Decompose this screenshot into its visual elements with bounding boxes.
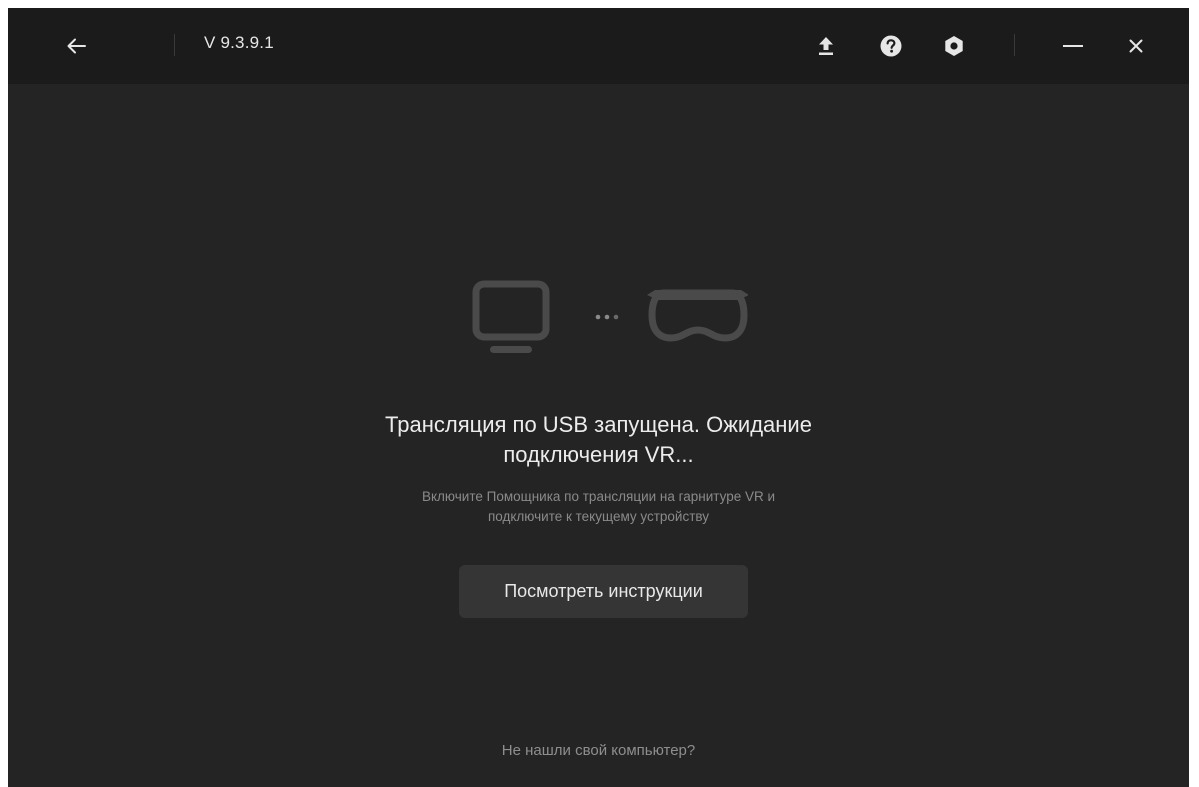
status-title-line: подключения VR...: [503, 442, 694, 467]
status-description-line: Включите Помощника по трансляции на гарн…: [421, 489, 776, 504]
app-window: V 9.3.9.1 Трансляция по USB запущена. Ож…: [8, 8, 1189, 787]
titlebar-divider: [174, 34, 175, 56]
connection-dots-icon: [595, 314, 619, 320]
status-description-line: подключите к текущему устройству: [487, 509, 710, 524]
computer-not-found-link[interactable]: Не нашли свой компьютер?: [398, 742, 799, 759]
version-label: V 9.3.9.1: [204, 33, 274, 52]
view-instructions-button[interactable]: Посмотреть инструкции: [459, 565, 748, 618]
monitor-icon: [472, 280, 550, 353]
settings-button[interactable]: [934, 26, 974, 66]
back-button[interactable]: [56, 26, 96, 66]
minimize-icon: [1063, 45, 1083, 47]
help-button[interactable]: [871, 26, 911, 66]
pc-to-headset-illustration: [472, 280, 748, 353]
status-title: Трансляция по USB запущена. Ожидание под…: [298, 410, 899, 470]
upload-icon: [819, 37, 833, 55]
titlebar-divider: [1014, 34, 1015, 56]
close-icon: [1129, 39, 1143, 53]
status-description: Включите Помощника по трансляции на гарн…: [298, 487, 899, 527]
close-button[interactable]: [1116, 26, 1156, 66]
gear-icon: [945, 36, 963, 56]
minimize-button[interactable]: [1053, 26, 1093, 66]
upload-button[interactable]: [806, 26, 846, 66]
title-bar: V 9.3.9.1: [8, 8, 1189, 84]
help-icon: [880, 35, 902, 57]
status-title-line: Трансляция по USB запущена. Ожидание: [385, 412, 812, 437]
main-content: Трансляция по USB запущена. Ожидание под…: [8, 84, 1189, 787]
vr-headset-icon: [647, 289, 748, 342]
arrow-left-icon: [67, 38, 86, 54]
